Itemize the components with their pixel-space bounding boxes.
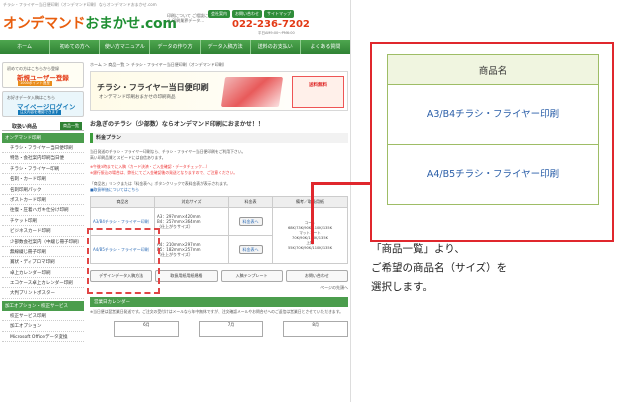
products-head-title: 取扱い商品 (12, 124, 38, 130)
sidebar-item[interactable]: チラシ・フライヤー印刷 (2, 164, 84, 175)
sidebar-item[interactable]: ビジネスカード印刷 (2, 226, 84, 237)
calendar-note: ※当日便は翌営業日発送です。ご注文の受付けはメールなら年中無休ですが、注文確認メ… (90, 309, 343, 314)
top-link-contact[interactable]: お問い合わせ (232, 10, 262, 18)
gnav-manual[interactable]: 使い方マニュアル (100, 40, 151, 54)
hero-title: チラシ・フライヤー当日便印刷 (97, 83, 209, 92)
free-shipping-badge: 送料無料 (292, 76, 344, 108)
product-name-table: 商品名 A3/B4チラシ・フライヤー印刷 A4/B5チラシ・フライヤー印刷 (387, 54, 599, 205)
free-shipping-label: 送料無料 (309, 83, 327, 88)
sidebar: 初めての方はこちらから登録 新規ユーザー登録 1000ポイント進呈 お好きデータ… (2, 62, 84, 343)
template-button[interactable]: 入稿テンプレート (220, 270, 283, 282)
phone-number: 022-236-7202 (232, 19, 310, 30)
price-plan-table: 商品名 対応サイズ 料金表 備考／取扱用紙 A3/B4チラシ・フライヤー印刷 A… (90, 196, 348, 264)
zoom-callout: 商品名 A3/B4チラシ・フライヤー印刷 A4/B5チラシ・フライヤー印刷 (370, 42, 614, 242)
calendar-month: 8月 (283, 320, 349, 337)
calendar-heading: 営業日カレンダー (90, 297, 348, 307)
page-top-link[interactable]: ページの先頭へ (90, 285, 348, 291)
phone-hours: 平日AM9:00～PM6:00 (258, 31, 295, 35)
product-a4b5-link[interactable]: A4/B5チラシ・フライヤー印刷 (387, 144, 599, 205)
logo-part1: オンデマンド (3, 16, 86, 32)
flyer-image (220, 77, 284, 107)
calendar-month: 7月 (198, 320, 264, 337)
notice: ※銀行振込の場合は、弊社にてご入金確認後の発送となりますので、ご注意ください。 (90, 169, 238, 175)
sidebar-item[interactable]: 少部数会社案内（中綴じ冊子印刷） (2, 237, 84, 247)
gnav-first-time[interactable]: 初めての方へ (50, 40, 101, 54)
sidebar-item[interactable]: エコケース卓上カレンダー印刷 (2, 278, 84, 289)
hero-banner: チラシ・フライヤー当日便印刷 オンデマンド印刷おまかせの印刷商品 送料無料 (90, 71, 348, 111)
top-links: 会社案内 お問い合わせ サイトマップ (208, 10, 294, 18)
site-logo[interactable]: オンデマンドおまかせ.com (3, 13, 177, 33)
sidebar-item[interactable]: ポストカード印刷 (2, 195, 84, 206)
product-list-button[interactable]: 商品一覧 (60, 122, 82, 130)
website-screenshot: チラシ・フライヤー当日便印刷（オンデマンド印刷）ならオンデマンドおまかせ.com… (0, 0, 351, 402)
main-content: ホーム ＞ 商品一覧 ＞ チラシ・フライヤー当日便印刷（オンデマンド印刷） チラ… (90, 62, 349, 337)
breadcrumb: ホーム ＞ 商品一覧 ＞ チラシ・フライヤー当日便印刷（オンデマンド印刷） (90, 62, 227, 67)
size-cell: A4：210mm×297mm B5：182mm×257mm （仕上がりサイズ） (153, 235, 230, 264)
price-table-button[interactable]: 料金表へ (238, 217, 263, 226)
sidebar-item[interactable]: 名刺印刷パック (2, 185, 84, 195)
sidebar-list: チラシ・フライヤー当日便印刷 特急・会社案内印刷当日便 チラシ・フライヤー印刷 … (2, 143, 84, 299)
size-cell: A3：297mm×420mm B4：257mm×364mm （仕上がりサイズ） (153, 207, 230, 236)
product-link[interactable]: A3/B4チラシ・フライヤー印刷 (90, 207, 155, 236)
col-price: 料金表 (228, 196, 274, 208)
product-link[interactable]: A4/B5チラシ・フライヤー印刷 (90, 235, 155, 264)
calendar-month: 6月 (114, 320, 179, 337)
callout-connector-vertical (311, 182, 314, 244)
price-table-button[interactable]: 料金表へ (238, 245, 263, 254)
sidebar-list-options: 校正サービス印刷 加工オプション Microsoft Officeデータ変換 (2, 311, 84, 343)
col-product-name: 商品名 (90, 196, 155, 208)
gnav-home[interactable]: ホーム (0, 40, 51, 54)
product-name-header: 商品名 (387, 54, 599, 85)
product-a3b4-link[interactable]: A3/B4チラシ・フライヤー印刷 (387, 84, 599, 145)
register-banner[interactable]: 初めての方はこちらから登録 新規ユーザー登録 1000ポイント進呈 (2, 62, 84, 88)
gnav-faq[interactable]: よくある質問 (301, 40, 350, 54)
sidebar-item[interactable]: 加工オプション (2, 321, 84, 332)
table-row: A3/B4チラシ・フライヤー印刷 A3：297mm×420mm B4：257mm… (90, 207, 348, 264)
top-link-company[interactable]: 会社案内 (208, 10, 230, 18)
col-size: 対応サイズ (153, 196, 230, 208)
mypage-banner-sub: 注文内容を確認できます (18, 110, 61, 115)
global-nav: ホーム 初めての方へ 使い方マニュアル データの作り方 データ入稿方法 送料のお… (0, 40, 350, 54)
products-head: 取扱い商品 商品一覧 (2, 121, 84, 131)
unit-price-link[interactable]: ■取扱単価についてはこちら (90, 187, 348, 193)
site-topline: チラシ・フライヤー当日便印刷（オンデマンド印刷）ならオンデマンドおまかせ.com (3, 2, 157, 7)
register-banner-sub: 1000ポイント進呈 (18, 81, 52, 86)
instruction-text: 「商品一覧」より、 ご希望の商品名（サイズ）を 選択します。 (371, 243, 508, 293)
sidebar-item[interactable]: 賞状・ディプロマ印刷 (2, 257, 84, 268)
sidebar-item[interactable]: 大判プリントポスター (2, 288, 84, 299)
sidebar-item[interactable]: 特急・会社案内印刷当日便 (2, 153, 84, 164)
sidebar-item[interactable]: 無線綴じ冊子印刷 (2, 247, 84, 258)
sidebar-item[interactable]: チラシ・フライヤー当日便印刷 (2, 143, 84, 154)
gnav-shipping[interactable]: 送料のお支払い (251, 40, 301, 54)
sidebar-item[interactable]: 名刺・カード印刷 (2, 174, 84, 185)
sidebar-category-ondemand: オンデマンド印刷 (2, 133, 84, 143)
gnav-data-submit[interactable]: データ入稿方法 (201, 40, 251, 54)
sidebar-item[interactable]: Microsoft Officeデータ変換 (2, 332, 84, 343)
callout-connector (311, 182, 372, 185)
sidebar-category-options: 加工オプション・校正サービス (2, 300, 84, 311)
data-submit-button[interactable]: デザインデータ入稿方法 (90, 270, 153, 282)
price-cell: 料金表へ (228, 207, 274, 236)
section-title: 料金プラン (90, 133, 348, 143)
top-link-sitemap[interactable]: サイトマップ (264, 10, 294, 18)
hero-subtitle: オンデマンド印刷おまかせの印刷商品 (99, 95, 176, 100)
calendar-months: 6月 7月 8月 (90, 320, 349, 337)
mypage-banner[interactable]: お好きデータ入稿はこちら マイページログイン 注文内容を確認できます (2, 91, 84, 117)
contact-button[interactable]: お問い合わせ (285, 270, 348, 282)
gnav-data-creation[interactable]: データの作り方 (150, 40, 201, 54)
sidebar-item[interactable]: 校正サービス印刷 (2, 311, 84, 322)
price-cell: 料金表へ (228, 235, 274, 264)
lead-text: お急ぎのチラシ（少部数）ならオンデマンド印刷におまかせ！！ (90, 121, 264, 128)
logo-part2: おまかせ.com (85, 16, 177, 32)
action-buttons: デザインデータ入稿方法 取扱用紙用紙規格 入稿テンプレート お問い合わせ (90, 270, 348, 282)
brand-row: オンデマンドおまかせ.com 印刷について ご相談にもお答え 印刷業界データ… … (0, 10, 350, 40)
sidebar-item[interactable]: 卓上カレンダー印刷 (2, 268, 84, 279)
paragraph: 高い印刷品質とスピードには自信あります。 (90, 154, 166, 160)
sidebar-item[interactable]: 往復・圧着ハガキ仕分け印刷 (2, 205, 84, 216)
paper-spec-button[interactable]: 取扱用紙用紙規格 (155, 270, 218, 282)
sidebar-item[interactable]: チケット印刷 (2, 216, 84, 227)
